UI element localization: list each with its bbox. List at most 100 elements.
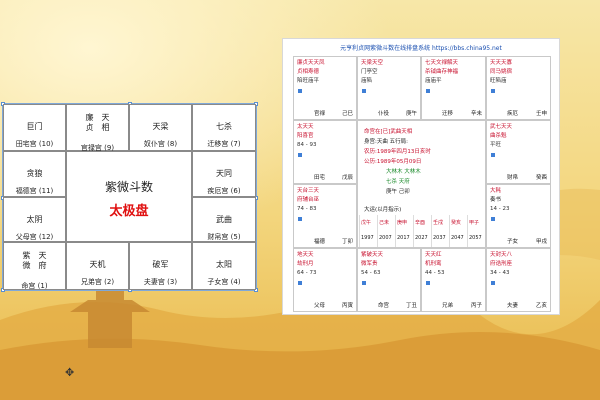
star-line: 14 - 23	[490, 206, 510, 212]
detail-palace-r1c1: 廉贞天天凤 贞相寿德 陷旺庙平 官禄 己巳	[293, 56, 357, 120]
palace-name: 疾厄宫 (6)	[207, 187, 241, 195]
dayun-year: 2007	[379, 235, 392, 241]
detail-palace-name: 官禄	[314, 111, 326, 117]
star-line: 44 - 53	[425, 270, 445, 276]
mutagen-marker	[426, 89, 430, 93]
mutagen-marker	[491, 153, 495, 157]
chart-title: 紫微斗数	[104, 180, 153, 194]
ganzhi-label: 丙子	[470, 303, 482, 309]
dayun-ganzhi: 癸亥	[451, 220, 462, 226]
star-name: 天同	[216, 169, 232, 178]
ganzhi-label: 丙寅	[341, 303, 353, 309]
ganzhi-label: 己巳	[341, 111, 353, 117]
palace-cell-r1c4: 七杀迁移宫 (7)	[192, 104, 256, 151]
dayun-column: 辛酉 2027	[413, 215, 431, 247]
dayun-year: 2027	[415, 235, 428, 241]
detail-palace-r2c4: 武七天天 曲杀魁 平旺 财帛 癸酉	[486, 120, 551, 184]
detail-palace-r4c2: 紫破天天 微军贵 54 - 63 命宫 丁丑	[357, 248, 421, 312]
palace-stars: 贪狼	[4, 169, 65, 179]
palace-cell-r2c4: 天同疾厄宫 (6)	[192, 151, 256, 197]
star-line: 紫破天天	[361, 252, 384, 258]
palace-name: 子女宫 (4)	[207, 278, 241, 286]
dayun-column: 己未 2007	[377, 215, 395, 247]
star-line: 陷旺庙平	[297, 78, 320, 84]
center-info-line: 身宫:天曲 五行局:	[364, 139, 408, 145]
star-line: 平旺	[490, 142, 502, 148]
center-info-line: 命宫在[已]武曲天相	[364, 129, 413, 135]
star-line: 机刑鸾	[425, 261, 442, 267]
detail-palace-r3c4: 大耗 奏书 14 - 23 子女 甲戌	[486, 184, 551, 248]
detail-palace-name: 田宅	[314, 175, 326, 181]
dayun-column: 庚申 2017	[395, 215, 413, 247]
dayun-ganzhi: 戊午	[361, 220, 372, 226]
detail-palace-name: 迁移	[442, 111, 454, 117]
ganzhi-label: 甲戌	[535, 239, 547, 245]
palace-stars: 破军	[130, 260, 191, 270]
center-info-line: 大林木 大林木	[386, 169, 421, 175]
palace-name: 迁移宫 (7)	[207, 140, 241, 148]
star-name: 巨门	[26, 122, 43, 131]
star-line: 天天红	[425, 252, 442, 258]
detail-palace-r3c1: 天台三天 府辅台巫 74 - 83 福德 丁卯	[293, 184, 357, 248]
star-line: 杀钺曲存神福	[425, 69, 459, 75]
dayun-ganzhi: 壬戌	[433, 220, 444, 226]
ganzhi-label: 丁卯	[341, 239, 353, 245]
star-line: 74 - 83	[297, 206, 317, 212]
star-line: 旺陷庙	[490, 78, 507, 84]
detail-palace-name: 疾厄	[507, 111, 519, 117]
palace-stars: 太阴	[4, 215, 65, 225]
palace-stars: 天同	[193, 169, 255, 179]
palace-stars: 紫 天微 府	[4, 251, 65, 271]
chart-site-title: 元亨利贞网紫微斗数在线排盘系统 https://bbs.china95.net	[340, 45, 502, 52]
star-line: 地天天	[297, 252, 314, 258]
ziwei-detail-chart: 元亨利贞网紫微斗数在线排盘系统 https://bbs.china95.net …	[282, 38, 560, 315]
star-name: 武曲	[216, 215, 232, 224]
star-line: 庙庙平	[425, 78, 442, 84]
star-name: 微 府	[22, 261, 47, 270]
star-line: 天天天寡	[490, 60, 513, 66]
star-line: 同马姚宿	[490, 69, 513, 75]
taiji-chart[interactable]: 巨门 田宅宫 (10) 廉 天贞 相官禄宫 (9) 天梁 奴仆宫 (8) 七杀 迁移宫 (7…	[1, 102, 258, 379]
center-info-line: 农历:1989年四月13日亥时	[364, 149, 431, 155]
ganzhi-label: 乙亥	[535, 303, 547, 309]
center-info-line: 七杀 天府	[386, 179, 410, 185]
dayun-ganzhi: 甲子	[469, 220, 480, 226]
ganzhi-label: 癸酉	[535, 175, 547, 181]
star-name: 廉 天	[85, 113, 110, 122]
star-line: 府诰刑座	[490, 261, 513, 267]
ganzhi-label: 丁丑	[405, 303, 417, 309]
star-name: 贞 相	[85, 123, 110, 132]
star-line: 七天文禄解天	[425, 60, 459, 66]
star-name: 太阴	[26, 215, 43, 224]
star-line: 54 - 63	[361, 270, 381, 276]
detail-palace-name: 兄弟	[442, 303, 454, 309]
palace-cell-r1c3: 天梁 奴仆宫 (8)	[129, 104, 192, 151]
star-name: 天机	[89, 260, 106, 269]
palace-name: 夫妻宫 (3)	[143, 278, 178, 286]
detail-palace-name: 子女	[507, 239, 519, 245]
star-line: 天梁天空	[361, 60, 384, 66]
move-cursor-icon: ✥	[65, 366, 75, 379]
palace-stars: 七杀	[193, 122, 255, 132]
palace-cell-r4c2: 天机 兄弟宫 (2)	[66, 242, 129, 290]
palace-name: 父母宫 (12)	[15, 233, 54, 241]
star-line: 贞相寿德	[297, 69, 320, 75]
palace-stars: 武曲	[193, 215, 255, 225]
dayun-column: 癸亥 2047	[449, 215, 467, 247]
palace-cell-r4c1: 紫 天微 府命宫 (1)	[3, 242, 66, 290]
palace-name: 命宫 (1)	[21, 282, 48, 290]
dayun-year: 1997	[361, 235, 374, 241]
mutagen-marker	[298, 281, 302, 285]
mutagen-marker	[491, 281, 495, 285]
star-name: 贪狼	[26, 169, 43, 178]
palace-cell-r3c4: 武曲 财帛宫 (5)	[192, 197, 256, 242]
detail-palace-r1c2: 天梁天空 门亭空 庙陷 仆役 庚午	[357, 56, 421, 120]
mutagen-marker	[491, 217, 495, 221]
detail-palace-name: 父母	[314, 303, 326, 309]
detail-palace-name: 财帛	[507, 175, 519, 181]
dayun-ganzhi: 辛酉	[415, 220, 426, 226]
star-name: 七杀	[216, 122, 232, 131]
palace-cell-r1c1: 巨门 田宅宫 (10)	[3, 104, 66, 151]
ganzhi-label: 庚午	[405, 111, 417, 117]
detail-chart-center: 命宫在[已]武曲天相 身宫:天曲 五行局: 农历:1989年四月13日亥时 公历:19…	[357, 120, 486, 248]
